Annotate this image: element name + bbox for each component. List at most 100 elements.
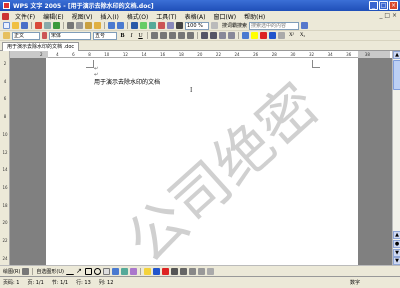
format-painter-icon[interactable] xyxy=(94,22,101,29)
open-folder-icon[interactable] xyxy=(12,22,19,29)
char-border-icon[interactable] xyxy=(278,32,285,39)
horizontal-ruler[interactable]: 2 4 6 8 10 12 14 16 18 20 22 24 26 28 30 32 34 36 38 xyxy=(10,51,390,58)
ruler-tick-label: 6 xyxy=(72,52,75,57)
draw-menu[interactable]: 绘图(R) xyxy=(3,268,20,275)
status-page-of: 页: 1/1 xyxy=(27,280,44,286)
arrow-icon[interactable]: ↗ xyxy=(76,267,83,275)
document-menu-icon[interactable] xyxy=(2,12,9,20)
justify-icon[interactable] xyxy=(178,32,185,39)
bold-button[interactable]: B xyxy=(119,32,126,40)
cut-icon[interactable] xyxy=(67,22,74,29)
wordart-icon[interactable] xyxy=(111,267,119,275)
wps-app-icon xyxy=(3,2,10,9)
font-color-icon[interactable] xyxy=(260,32,267,39)
hyperlink-icon[interactable] xyxy=(131,22,138,29)
search-input[interactable]: 搜索选中的内容 xyxy=(249,21,300,30)
next-page-icon[interactable]: ▼ xyxy=(393,249,400,257)
underline-button[interactable]: U xyxy=(137,32,144,40)
table-icon[interactable] xyxy=(140,22,147,29)
ruler-tick-label: 34 xyxy=(327,52,333,57)
mdi-close-icon[interactable]: _ □ × xyxy=(379,12,397,19)
undo-icon[interactable] xyxy=(108,22,115,29)
ruler-tick-label: 4 xyxy=(56,52,59,57)
clipart-icon[interactable] xyxy=(120,267,128,275)
menu-insert[interactable]: 插入(I) xyxy=(96,12,122,21)
style-select[interactable]: 正文 xyxy=(12,31,40,40)
redo-icon[interactable] xyxy=(117,22,124,29)
align-left-icon[interactable] xyxy=(151,32,158,39)
menu-window[interactable]: 窗口(W) xyxy=(209,12,240,21)
superscript-button[interactable]: X² xyxy=(287,32,296,40)
menu-table[interactable]: 表格(A) xyxy=(181,12,210,21)
ruler-tick-label: 8 xyxy=(88,52,91,57)
show-marks-icon[interactable] xyxy=(176,22,183,29)
line-color-icon[interactable] xyxy=(152,267,160,275)
new-document-icon[interactable] xyxy=(3,22,10,29)
prev-page-icon[interactable]: ▲ xyxy=(393,231,400,239)
menu-tools[interactable]: 工具(T) xyxy=(152,12,180,21)
3d-icon[interactable] xyxy=(206,267,214,275)
ruler-tick-label: 28 xyxy=(271,52,277,57)
print-icon[interactable] xyxy=(35,22,42,29)
copy-icon[interactable] xyxy=(76,22,83,29)
shadow-icon[interactable] xyxy=(197,267,205,275)
text-color-icon[interactable] xyxy=(161,267,169,275)
print-preview-icon[interactable] xyxy=(44,22,51,29)
border-icon[interactable] xyxy=(242,32,249,39)
font-select[interactable]: 宋体 xyxy=(49,31,91,40)
columns-icon[interactable] xyxy=(149,22,156,29)
oval-icon[interactable] xyxy=(93,267,101,275)
paste-icon[interactable] xyxy=(85,22,92,29)
scroll-up-icon[interactable]: ▲ xyxy=(393,51,400,59)
select-browse-icon[interactable]: ● xyxy=(393,240,400,248)
fill-color-icon[interactable] xyxy=(143,267,151,275)
document-tab[interactable]: 用于演示去除水印的文档 .doc xyxy=(2,42,80,51)
dash-style-icon[interactable] xyxy=(179,267,187,275)
document-canvas[interactable]: ↵ ↵ 用于演示去除水印的文档 I 公司绝密 xyxy=(10,58,392,265)
scroll-down-icon[interactable]: ▼ xyxy=(393,257,400,265)
bullets-icon[interactable] xyxy=(210,32,217,39)
vertical-scrollbar[interactable]: ▲ ▲ ● ▼ ▼ xyxy=(392,51,400,265)
vertical-ruler[interactable]: 2 4 6 8 10 12 14 16 18 20 22 24 xyxy=(0,51,10,265)
increase-indent-icon[interactable] xyxy=(228,32,235,39)
help-icon[interactable] xyxy=(211,22,218,29)
picture-icon[interactable] xyxy=(129,267,137,275)
italic-button[interactable]: I xyxy=(128,32,135,40)
align-center-icon[interactable] xyxy=(160,32,167,39)
line-icon[interactable] xyxy=(65,268,74,275)
zoom-select[interactable]: 100 % xyxy=(185,21,209,30)
maximize-icon[interactable]: □ xyxy=(379,1,388,10)
menu-format[interactable]: 格式(O) xyxy=(123,12,152,21)
line-style-icon[interactable] xyxy=(170,267,178,275)
textbox-icon[interactable] xyxy=(102,267,110,275)
distributed-icon[interactable] xyxy=(187,32,194,39)
select-objects-icon[interactable] xyxy=(22,267,30,275)
size-select[interactable]: 五号 xyxy=(93,31,117,40)
menu-edit[interactable]: 编辑(E) xyxy=(39,12,67,21)
scroll-thumb[interactable] xyxy=(393,60,400,90)
menu-file[interactable]: 文件(F) xyxy=(11,12,39,21)
char-shading-icon[interactable] xyxy=(269,32,276,39)
arrow-style-icon[interactable] xyxy=(188,267,196,275)
document-map-icon[interactable] xyxy=(167,22,174,29)
drawing-icon[interactable] xyxy=(158,22,165,29)
numbering-icon[interactable] xyxy=(201,32,208,39)
decrease-indent-icon[interactable] xyxy=(219,32,226,39)
standard-toolbar: 100 % 搜词霸搜索 搜索选中的内容 xyxy=(0,21,400,31)
minimize-icon[interactable]: _ xyxy=(369,1,378,10)
search-go-icon[interactable] xyxy=(301,22,309,29)
rectangle-icon[interactable] xyxy=(84,267,92,275)
align-right-icon[interactable] xyxy=(169,32,176,39)
highlight-icon[interactable] xyxy=(251,32,258,39)
autoshapes-menu[interactable]: 自选图形(U) xyxy=(36,268,64,275)
ruler-tick-label: 10 xyxy=(2,131,8,137)
document-page[interactable]: ↵ ↵ 用于演示去除水印的文档 I 公司绝密 xyxy=(46,58,358,265)
menu-view[interactable]: 视图(V) xyxy=(68,12,97,21)
title-bar[interactable]: WPS 文字 2005 - [用于演示去除水印的文档.doc] _ □ × xyxy=(0,0,400,11)
close-icon[interactable]: × xyxy=(389,1,398,10)
menu-help[interactable]: 帮助(H) xyxy=(240,12,269,21)
ruler-tick-label: 22 xyxy=(215,52,221,57)
subscript-button[interactable]: X₂ xyxy=(298,32,307,40)
spellcheck-icon[interactable] xyxy=(53,22,60,29)
save-icon[interactable] xyxy=(21,22,28,29)
